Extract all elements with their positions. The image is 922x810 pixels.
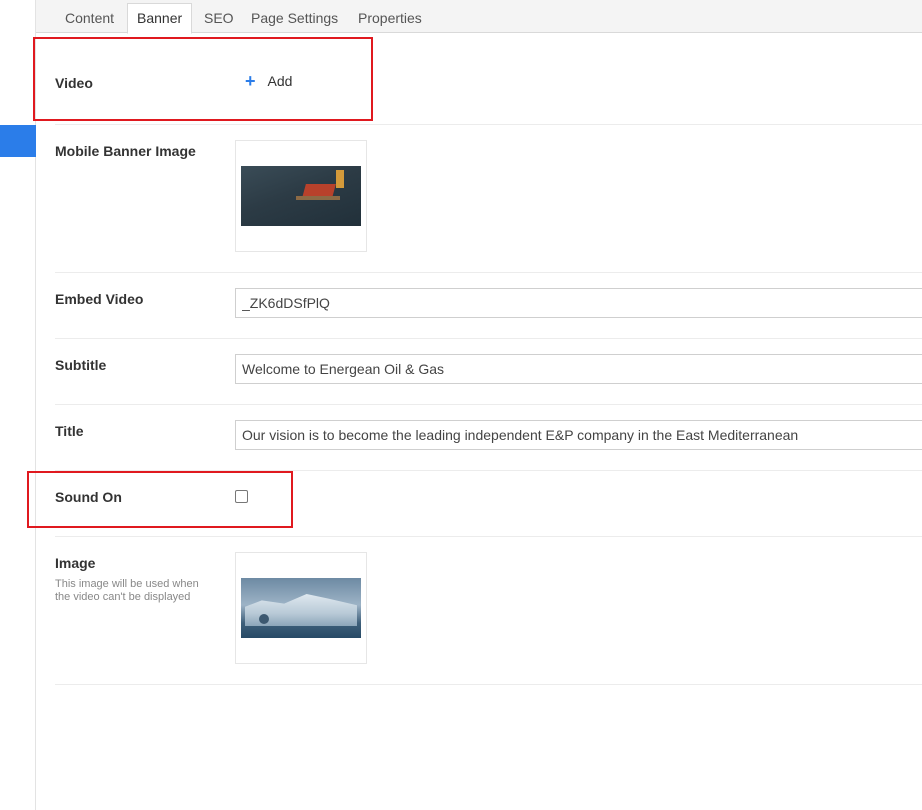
- sound-on-highlight-box: [27, 471, 293, 528]
- title-row: Title: [55, 405, 922, 471]
- tab-banner[interactable]: Banner: [127, 3, 193, 34]
- mobile-banner-thumbnail[interactable]: [241, 166, 361, 226]
- title-input[interactable]: [235, 420, 922, 450]
- tab-content[interactable]: Content: [55, 3, 124, 33]
- tab-page-settings[interactable]: Page Settings: [241, 3, 348, 33]
- video-highlight-box: [33, 37, 373, 121]
- image-help-text: This image will be used when the video c…: [55, 578, 199, 603]
- image-label: Image: [55, 555, 96, 571]
- embed-video-input[interactable]: [235, 288, 922, 318]
- subtitle-input[interactable]: [235, 354, 922, 384]
- tab-seo[interactable]: SEO: [194, 3, 244, 33]
- mobile-banner-image-picker[interactable]: [235, 140, 367, 252]
- oil-rig-image: [296, 170, 346, 210]
- left-rail: [0, 0, 36, 810]
- mobile-banner-image-label: Mobile Banner Image: [55, 143, 196, 159]
- tab-bar: Content Banner SEO Page Settings Propert…: [36, 0, 922, 34]
- embed-video-label: Embed Video: [55, 291, 144, 307]
- subtitle-label: Subtitle: [55, 357, 107, 373]
- rail-active-indicator[interactable]: [0, 125, 36, 157]
- image-thumbnail[interactable]: [241, 578, 361, 638]
- embed-video-row: Embed Video: [55, 273, 922, 339]
- mobile-banner-image-row: Mobile Banner Image: [55, 125, 922, 273]
- title-label: Title: [55, 423, 84, 439]
- image-row: Image This image will be used when the v…: [55, 537, 922, 685]
- subtitle-row: Subtitle: [55, 339, 922, 405]
- tab-properties[interactable]: Properties: [348, 3, 432, 33]
- image-picker[interactable]: [235, 552, 367, 664]
